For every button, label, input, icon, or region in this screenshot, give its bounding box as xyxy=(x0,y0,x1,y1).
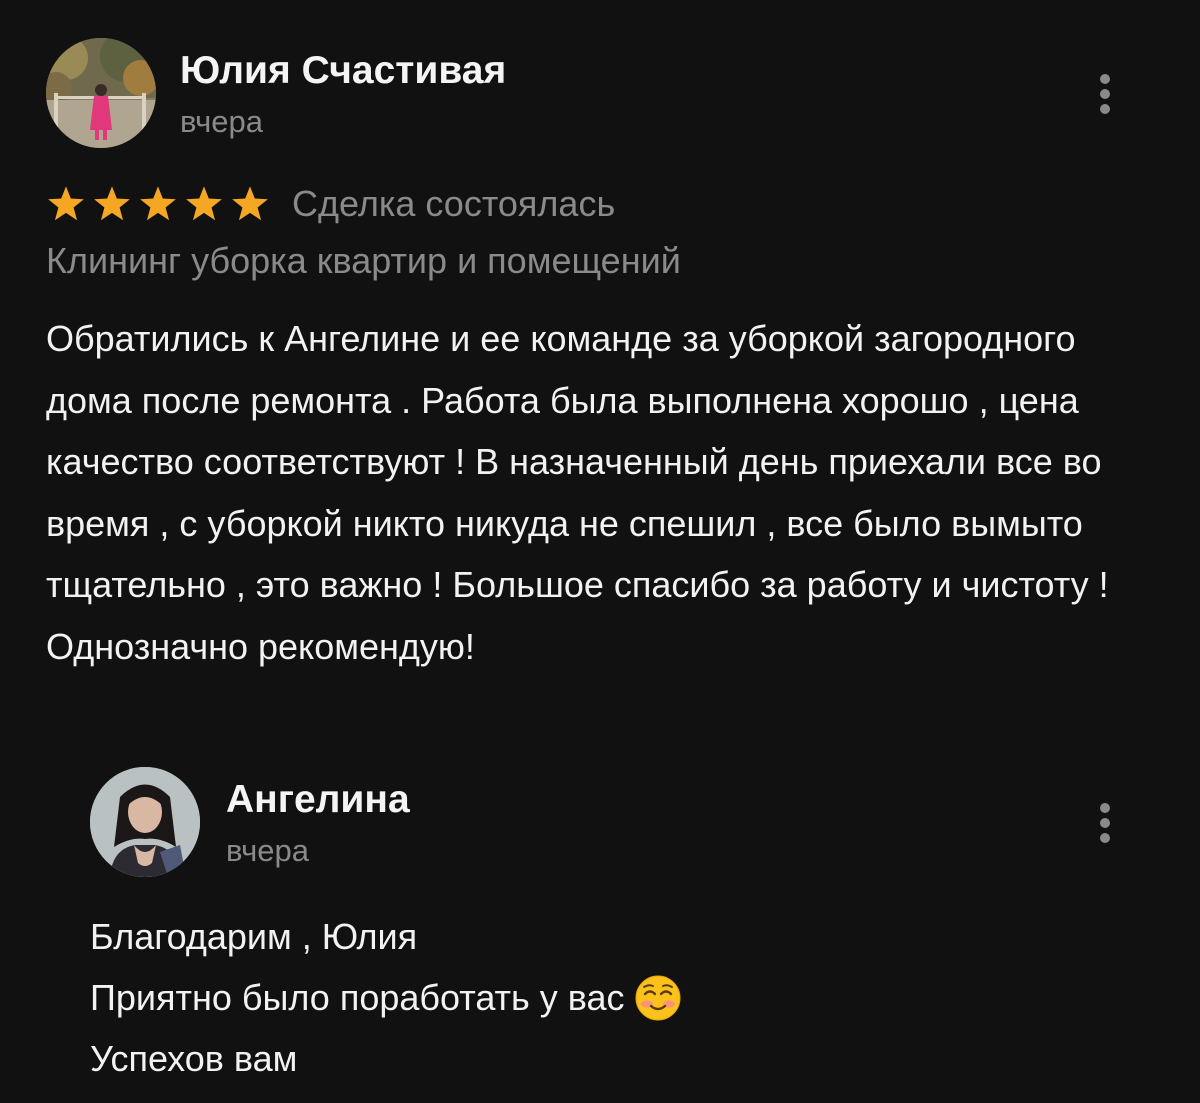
review-more-button[interactable] xyxy=(1092,72,1118,116)
reviewer-avatar[interactable] xyxy=(46,38,156,148)
service-category[interactable]: Клининг уборка квартир и помещений xyxy=(46,240,681,282)
reply-line: Успехов вам xyxy=(90,1028,1140,1089)
reviewer-avatar-image xyxy=(46,38,156,148)
rating-row: Сделка состоялась xyxy=(46,180,615,228)
more-vertical-icon xyxy=(1100,803,1110,813)
reply-text: Благодарим , Юлия Приятно было поработат… xyxy=(90,906,1140,1089)
more-dot xyxy=(1100,833,1110,843)
reply-line-text: Приятно было поработать у вас xyxy=(90,977,625,1018)
star-icon xyxy=(46,185,86,223)
more-dot xyxy=(1100,818,1110,828)
reply-line-text: Благодарим , Юлия xyxy=(90,916,418,957)
review-text: Обратились к Ангелине и ее команде за уб… xyxy=(46,318,1109,667)
star-icon xyxy=(138,185,178,223)
star-icon xyxy=(184,185,224,223)
smiling-face-icon xyxy=(635,975,681,1021)
star-icon xyxy=(92,185,132,223)
star-rating xyxy=(46,185,270,223)
deal-status: Сделка состоялась xyxy=(292,183,616,224)
replier-avatar-image xyxy=(90,767,200,877)
reply-line-text: Успехов вам xyxy=(90,1038,298,1079)
more-dot xyxy=(1100,89,1110,99)
replier-avatar[interactable] xyxy=(90,767,200,877)
reply-more-button[interactable] xyxy=(1092,801,1118,845)
star-icon xyxy=(230,185,270,223)
more-vertical-icon xyxy=(1100,74,1110,84)
reply-line: Благодарим , Юлия xyxy=(90,906,1140,967)
review-card: Юлия Счастивая вчера Сделка состоялась К… xyxy=(0,0,1200,1103)
review-date: вчера xyxy=(180,104,263,139)
more-dot xyxy=(1100,104,1110,114)
replier-name[interactable]: Ангелина xyxy=(226,778,410,822)
reviewer-name[interactable]: Юлия Счастивая xyxy=(180,49,506,93)
reply-line: Приятно было поработать у вас xyxy=(90,967,1140,1028)
reply-date: вчера xyxy=(226,833,309,868)
